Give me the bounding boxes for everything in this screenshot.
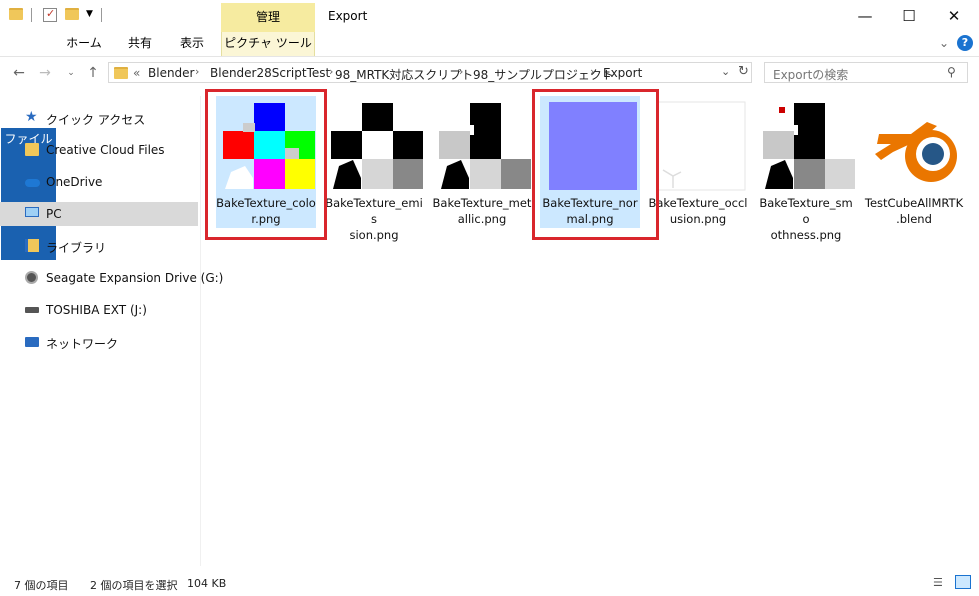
window-title: Export (328, 9, 368, 23)
sidebar-item-label: Creative Cloud Files (46, 143, 165, 157)
sidebar-item-seagate-drive[interactable]: Seagate Expansion Drive (G:) (0, 266, 223, 290)
selection-count: 2 個の項目を選択 (90, 579, 178, 592)
chevron-right-icon[interactable]: › (590, 65, 594, 78)
forward-arrow-icon[interactable]: → (36, 64, 54, 82)
refresh-icon[interactable]: ↻ (738, 64, 749, 79)
file-name: TestCubeAllMRTK .blend (864, 196, 964, 226)
search-icon[interactable]: ⚲ (947, 65, 956, 79)
file-name: BakeTexture_smo othness.png (759, 196, 853, 242)
breadcrumb-item[interactable]: 98_MRTK対応スクリプト (335, 66, 473, 83)
blender-logo-icon (875, 122, 957, 182)
help-icon[interactable]: ? (957, 35, 973, 51)
monitor-icon (25, 207, 40, 221)
sidebar-item-pc[interactable]: PC (0, 202, 198, 226)
folder-icon[interactable] (9, 8, 23, 20)
file-name: BakeTexture_occl usion.png (648, 196, 748, 226)
tab-picture-tools[interactable]: ピクチャ ツール (221, 32, 315, 56)
creative-cloud-folder-icon (25, 143, 40, 157)
sidebar-item-label: Seagate Expansion Drive (G:) (46, 271, 224, 285)
sidebar-item-creative-cloud[interactable]: Creative Cloud Files (0, 138, 198, 162)
sidebar-item-label: PC (46, 207, 62, 221)
sidebar-item-libraries[interactable]: ライブラリ (0, 234, 198, 258)
search-placeholder[interactable]: Exportの検索 (773, 66, 848, 83)
file-item[interactable]: BakeTexture_emis sion.png (324, 96, 424, 242)
item-count: 7 個の項目 (14, 579, 69, 592)
chevron-right-icon[interactable]: › (329, 65, 333, 78)
star-icon: ★ (25, 109, 38, 125)
tab-home[interactable]: ホーム (62, 32, 106, 56)
emission-texture-thumbnail (331, 100, 423, 192)
sidebar-item-label: TOSHIBA EXT (J:) (46, 303, 147, 317)
smoothness-texture-thumbnail (763, 100, 855, 192)
navigation-pane: ★ クイック アクセス Creative Cloud Files OneDriv… (0, 96, 223, 566)
sidebar-item-label: ライブラリ (46, 241, 107, 255)
pane-divider (200, 96, 201, 566)
usb-drive-icon (25, 303, 40, 317)
highlight-box (532, 89, 659, 240)
sidebar-item-quick-access[interactable]: ★ クイック アクセス (0, 106, 198, 130)
ribbon-tabs: ファイル ホーム 共有 表示 ピクチャ ツール ⌄ ? (0, 32, 979, 260)
breadcrumb-item[interactable]: Blender (148, 66, 195, 80)
sidebar-item-onedrive[interactable]: OneDrive (0, 170, 198, 194)
chevron-right-icon[interactable]: › (459, 65, 463, 78)
address-dropdown-icon[interactable]: ⌄ (721, 65, 730, 78)
tab-share[interactable]: 共有 (118, 32, 162, 56)
close-icon[interactable]: ✕ (931, 3, 977, 29)
breadcrumb-item[interactable]: Export (603, 66, 642, 80)
selection-size: 104 KB (187, 577, 227, 590)
file-item[interactable]: BakeTexture_smo othness.png (756, 96, 856, 242)
minimize-icon[interactable]: — (842, 3, 888, 29)
maximize-icon[interactable]: ☐ (886, 3, 932, 29)
sidebar-item-toshiba-drive[interactable]: TOSHIBA EXT (J:) (0, 298, 198, 322)
sidebar-item-label: ネットワーク (46, 337, 119, 351)
back-arrow-icon[interactable]: ← (10, 64, 28, 82)
divider (31, 8, 32, 22)
file-name: BakeTexture_met allic.png (432, 196, 532, 226)
address-bar[interactable]: « Blender › Blender28ScriptTest › 98_MRT… (108, 62, 752, 83)
highlight-box (205, 89, 327, 240)
properties-icon[interactable] (43, 7, 57, 22)
up-arrow-icon[interactable]: ↑ (84, 64, 102, 82)
folder-icon (114, 67, 128, 79)
title-bar: ▼ 管理 Export — ☐ ✕ (0, 0, 979, 32)
status-bar: 7 個の項目 2 個の項目を選択 104 KB ☰ (0, 570, 979, 596)
cloud-icon (25, 175, 40, 189)
expand-ribbon-icon[interactable]: ⌄ (939, 36, 949, 50)
drive-icon (25, 271, 40, 285)
file-name: BakeTexture_emis sion.png (325, 196, 423, 242)
recent-locations-icon[interactable]: ⌄ (62, 64, 80, 82)
breadcrumb-overflow[interactable]: « (133, 66, 140, 80)
chevron-right-icon[interactable]: › (195, 65, 199, 78)
sidebar-item-label: クイック アクセス (46, 113, 146, 127)
occlusion-texture-thumbnail (656, 101, 746, 191)
new-folder-icon[interactable] (65, 8, 79, 20)
search-box[interactable]: Exportの検索 ⚲ (764, 62, 968, 83)
sidebar-item-label: OneDrive (46, 175, 103, 189)
breadcrumb-item[interactable]: Blender28ScriptTest (210, 66, 330, 80)
library-folder-icon (25, 239, 40, 253)
customize-quick-access-icon[interactable]: ▼ (86, 9, 93, 19)
file-item[interactable]: BakeTexture_met allic.png (432, 96, 532, 228)
file-item[interactable]: BakeTexture_occl usion.png (648, 96, 748, 228)
network-icon (25, 335, 40, 349)
context-tab-group: 管理 (221, 3, 315, 32)
details-view-icon[interactable]: ☰ (933, 576, 949, 590)
large-icons-view-icon[interactable] (955, 575, 971, 589)
divider (101, 8, 102, 22)
sidebar-item-network[interactable]: ネットワーク (0, 330, 198, 354)
metallic-texture-thumbnail (439, 100, 531, 192)
tab-view[interactable]: 表示 (170, 32, 214, 56)
file-item[interactable]: TestCubeAllMRTK .blend (864, 96, 964, 228)
